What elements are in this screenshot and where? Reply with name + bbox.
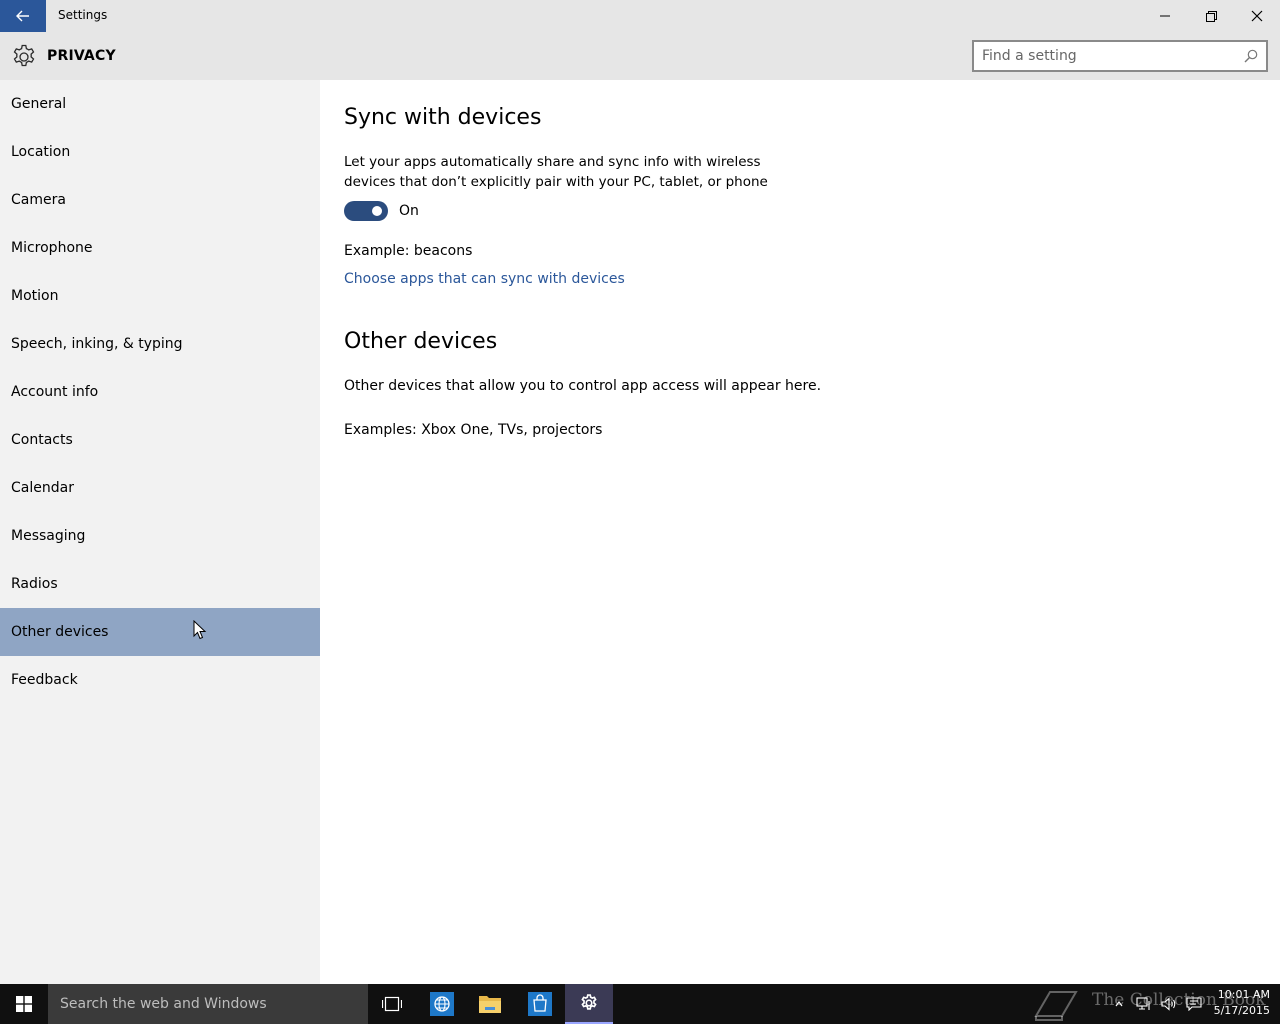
restore-button[interactable] [1188, 0, 1234, 32]
sidebar-item-label: Motion [11, 288, 59, 304]
minimize-icon [1160, 15, 1170, 17]
speaker-icon [1161, 997, 1176, 1011]
toggle-knob [372, 206, 382, 216]
other-devices-examples: Examples: Xbox One, TVs, projectors [344, 422, 603, 438]
sidebar-item-microphone[interactable]: Microphone [0, 224, 320, 272]
search-input[interactable] [982, 47, 1232, 65]
toggle-state-label: On [399, 203, 419, 219]
settings-header: PRIVACY [0, 32, 1280, 80]
sidebar-item-calendar[interactable]: Calendar [0, 464, 320, 512]
gear-icon [13, 44, 35, 67]
network-button[interactable] [1132, 984, 1156, 1024]
taskbar-search-text: Search the web and Windows [60, 996, 267, 1012]
message-icon [1186, 997, 1202, 1011]
action-center-button[interactable] [1182, 984, 1206, 1024]
sync-description: Let your apps automatically share and sy… [344, 152, 784, 192]
minimize-button[interactable] [1142, 0, 1188, 32]
close-button[interactable] [1234, 0, 1280, 32]
sidebar-item-label: Calendar [11, 480, 74, 496]
sync-toggle[interactable] [344, 201, 388, 221]
windows-logo-icon [16, 996, 32, 1012]
taskbar-clock[interactable]: 10:01 AM 5/17/2015 [1208, 987, 1270, 1019]
sidebar-nav: General Location Camera Microphone Motio… [0, 80, 320, 984]
taskbar: Search the web and Windows The Collectio… [0, 984, 1280, 1024]
sidebar-item-label: Microphone [11, 240, 93, 256]
start-button[interactable] [0, 984, 48, 1024]
volume-button[interactable] [1157, 984, 1181, 1024]
sidebar-item-label: Account info [11, 384, 99, 400]
restore-icon [1205, 10, 1217, 22]
example-text: Example: beacons [344, 243, 473, 259]
network-icon [1136, 997, 1150, 1010]
sync-description-line: devices that don’t explicitly pair with … [344, 174, 768, 190]
task-view-icon [382, 996, 402, 1012]
window-title: Settings [58, 8, 108, 22]
sidebar-item-motion[interactable]: Motion [0, 272, 320, 320]
sidebar-item-general[interactable]: General [0, 80, 320, 128]
settings-taskbar-button[interactable] [565, 984, 613, 1024]
sidebar-item-label: Speech, inking, & typing [11, 336, 183, 352]
close-icon [1251, 10, 1263, 22]
store-icon [528, 992, 552, 1016]
back-button[interactable] [0, 0, 46, 32]
sidebar-item-label: Location [11, 144, 71, 160]
sidebar-item-label: Other devices [11, 624, 109, 640]
file-explorer-button[interactable] [466, 984, 514, 1024]
task-view-button[interactable] [368, 984, 416, 1024]
section-title: PRIVACY [47, 48, 116, 64]
gear-icon [581, 994, 597, 1010]
sync-heading: Sync with devices [344, 105, 542, 130]
search-box[interactable] [972, 40, 1268, 72]
sidebar-item-messaging[interactable]: Messaging [0, 512, 320, 560]
sidebar-item-contacts[interactable]: Contacts [0, 416, 320, 464]
show-hidden-icons-button[interactable] [1110, 984, 1128, 1024]
store-button[interactable] [516, 984, 564, 1024]
sidebar-item-location[interactable]: Location [0, 128, 320, 176]
sidebar-item-label: General [11, 96, 67, 112]
sidebar-item-speech[interactable]: Speech, inking, & typing [0, 320, 320, 368]
globe-icon [430, 992, 454, 1016]
book-watermark-icon [1034, 991, 1078, 1021]
chevron-up-icon [1115, 1001, 1123, 1007]
sidebar-item-other-devices[interactable]: Other devices [0, 608, 320, 656]
browser-button[interactable] [418, 984, 466, 1024]
sidebar-item-feedback[interactable]: Feedback [0, 656, 320, 704]
sidebar-item-label: Radios [11, 576, 58, 592]
arrow-left-icon [16, 10, 29, 22]
title-bar: Settings [0, 0, 1280, 32]
sidebar-item-radios[interactable]: Radios [0, 560, 320, 608]
clock-time: 10:01 AM [1217, 988, 1270, 1001]
sidebar-item-label: Feedback [11, 672, 78, 688]
taskbar-search[interactable]: Search the web and Windows [48, 984, 368, 1024]
sync-description-line: Let your apps automatically share and sy… [344, 154, 761, 170]
sidebar-item-label: Contacts [11, 432, 73, 448]
other-devices-description: Other devices that allow you to control … [344, 378, 822, 394]
other-devices-heading: Other devices [344, 329, 498, 354]
folder-icon [479, 996, 501, 1013]
clock-date: 5/17/2015 [1213, 1004, 1270, 1017]
mouse-cursor-icon [193, 620, 207, 640]
sidebar-item-label: Messaging [11, 528, 86, 544]
sidebar-item-label: Camera [11, 192, 66, 208]
search-icon[interactable] [1244, 49, 1258, 63]
sidebar-item-camera[interactable]: Camera [0, 176, 320, 224]
choose-apps-link[interactable]: Choose apps that can sync with devices [344, 271, 625, 287]
sidebar-item-account-info[interactable]: Account info [0, 368, 320, 416]
